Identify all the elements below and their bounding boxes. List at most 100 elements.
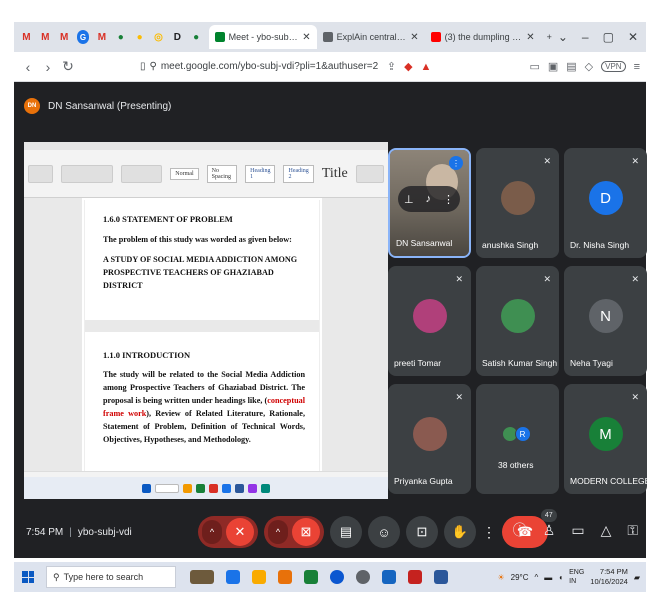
more-options-icon[interactable]: ⋮ <box>443 193 454 206</box>
participant-tile[interactable]: ✕ N Neha Tyagi <box>564 266 647 376</box>
more-options-icon[interactable]: ⋮ <box>482 516 496 548</box>
site-info-icon[interactable]: ⚲ <box>150 61 157 72</box>
taskbar-clock[interactable]: 7:54 PM 10/16/2024 <box>590 567 628 587</box>
host-controls-icon[interactable]: ⚿ <box>627 522 638 539</box>
notification-icon[interactable]: ▰ <box>634 573 640 582</box>
new-tab-button[interactable]: + <box>541 25 558 49</box>
others-tile[interactable]: R 38 others <box>476 384 559 494</box>
brave-icon[interactable] <box>278 570 292 584</box>
mic-off-icon[interactable]: ✕ <box>226 518 254 546</box>
participant-name: Dr. Nisha Singh <box>570 240 630 250</box>
google-icon[interactable]: G <box>76 30 90 44</box>
tab-youtube[interactable]: (3) the dumpling queen revenge ✕ <box>425 25 541 49</box>
browser-toolbar-right: ⇪ ◆ ▲ ▭ ▣ ▤ ◇ VPN ≡ <box>387 60 640 74</box>
rewards-icon[interactable]: ▲ <box>421 61 432 73</box>
tray-overflow-icon[interactable]: ^ <box>535 573 539 582</box>
task-view-icon[interactable] <box>226 570 240 584</box>
brave-shield-icon[interactable]: ◆ <box>404 60 412 73</box>
drive-icon[interactable]: ◎ <box>152 30 165 44</box>
pin-icon[interactable]: ⊥ <box>404 193 414 206</box>
menu-icon[interactable]: ≡ <box>634 61 640 73</box>
gmail-icon[interactable]: M <box>20 30 33 44</box>
chevron-up-icon[interactable]: ^ <box>268 520 288 544</box>
chrome-tab-icon[interactable]: ● <box>133 30 146 44</box>
mic-icon[interactable]: ♪ <box>426 193 432 205</box>
bookmark-icon[interactable]: ▯ <box>140 61 146 72</box>
tab-explain[interactable]: ExplAin central Tendencies ✕ <box>317 25 425 49</box>
emoji-button[interactable]: ☺ <box>368 516 400 548</box>
tab-title: Meet - ybo-subj-vdi <box>228 32 299 42</box>
search-icon: ⚲ <box>53 571 60 582</box>
gmail-icon[interactable]: M <box>39 30 52 44</box>
meet-control-bar: 7:54 PM | ybo-subj-vdi ^ ✕ ^ ⊠ ▤ ☺ ⊡ ✋ ⋮… <box>14 508 646 554</box>
document-page: 1.6.0 STATEMENT OF PROBLEM The problem o… <box>84 200 320 478</box>
people-count-badge: 47 <box>540 508 557 522</box>
chrome-tab-icon[interactable]: ● <box>114 30 127 44</box>
gmail-icon[interactable]: M <box>95 30 108 44</box>
address-bar: ‹ › ↻ ▯ ⚲ meet.google.com/ybo-subj-vdi?p… <box>14 52 646 82</box>
intro-paragraph: The study will be related to the Social … <box>103 368 305 446</box>
document-icon[interactable]: D <box>171 30 184 44</box>
widget-icon[interactable] <box>190 570 214 584</box>
chevron-down-icon[interactable]: ⌄ <box>558 30 568 44</box>
taskbar-search[interactable]: ⚲ Type here to search <box>46 566 176 588</box>
chrome-tab-icon[interactable]: ● <box>190 30 203 44</box>
file-explorer-icon[interactable] <box>252 570 266 584</box>
sidebar-icon[interactable]: ▭ <box>529 60 539 73</box>
extensions-icon[interactable]: ▣ <box>548 60 558 73</box>
language-indicator[interactable]: ENG IN <box>569 568 584 586</box>
close-icon[interactable]: ✕ <box>302 32 310 43</box>
captions-button[interactable]: ▤ <box>330 516 362 548</box>
network-icon[interactable]: ▬ <box>544 573 552 582</box>
participant-tile[interactable]: ✕ D Dr. Nisha Singh <box>564 148 647 258</box>
word-ribbon: Normal No Spacing Heading 1 Heading 2 Ti… <box>24 142 388 198</box>
people-button[interactable]: 47 ♙ <box>540 508 557 539</box>
participant-name: DN Sansanwal <box>396 238 453 248</box>
edge-icon[interactable] <box>330 570 344 584</box>
chat-icon[interactable]: ▭ <box>571 522 584 539</box>
shield-icon[interactable]: ◇ <box>585 60 593 73</box>
share-icon[interactable]: ⇪ <box>387 60 396 73</box>
call-controls: ^ ✕ ^ ⊠ ▤ ☺ ⊡ ✋ ⋮ ☎ <box>198 516 548 548</box>
tab-title: ExplAin central Tendencies <box>336 32 407 42</box>
participant-tile[interactable]: ✕ M MODERN COLLEGE <box>564 384 647 494</box>
info-icon[interactable]: ⓘ <box>513 520 527 540</box>
tab-meet[interactable]: Meet - ybo-subj-vdi ✕ <box>208 25 317 49</box>
participant-tile[interactable]: ✕ preeti Tomar <box>388 266 471 376</box>
camera-off-icon[interactable]: ⊠ <box>292 518 320 546</box>
taskbar-apps <box>190 570 448 584</box>
avatar <box>500 181 535 215</box>
participant-tile[interactable]: ✕ anushka Singh <box>476 148 559 258</box>
word-icon[interactable] <box>434 570 448 584</box>
app-icon[interactable] <box>408 570 422 584</box>
chrome-icon[interactable] <box>356 570 370 584</box>
minimize-icon[interactable]: – <box>582 30 589 44</box>
close-icon[interactable]: ✕ <box>526 32 534 43</box>
participant-tile[interactable]: ⋮ ⊥ ♪ ⋮ DN Sansanwal <box>388 148 471 258</box>
windows-start-icon[interactable] <box>22 571 34 583</box>
doc-margin-right <box>322 198 388 480</box>
participant-tile[interactable]: ✕ Satish Kumar Singh <box>476 266 559 376</box>
vpn-button[interactable]: VPN <box>601 61 626 72</box>
avatar: N <box>588 299 623 333</box>
activities-icon[interactable]: △ <box>601 522 612 539</box>
meeting-info: 7:54 PM | ybo-subj-vdi <box>26 527 132 538</box>
app-icon[interactable] <box>304 570 318 584</box>
volume-icon[interactable]: ◖ <box>558 573 563 582</box>
participant-tile[interactable]: ✕ Priyanka Gupta <box>388 384 471 494</box>
present-button[interactable]: ⊡ <box>406 516 438 548</box>
wallet-icon[interactable]: ▤ <box>566 60 576 73</box>
close-icon[interactable]: ✕ <box>410 32 418 43</box>
raise-hand-button[interactable]: ✋ <box>444 516 476 548</box>
forward-icon[interactable]: › <box>40 59 56 75</box>
reload-icon[interactable]: ↻ <box>60 58 76 75</box>
gmail-icon[interactable]: M <box>58 30 71 44</box>
url-field[interactable]: ▯ ⚲ meet.google.com/ybo-subj-vdi?pli=1&a… <box>140 61 378 72</box>
maximize-icon[interactable]: ▢ <box>603 30 614 44</box>
chevron-up-icon[interactable]: ^ <box>202 520 222 544</box>
app-icon[interactable] <box>382 570 396 584</box>
meeting-code: ybo-subj-vdi <box>77 526 132 538</box>
back-icon[interactable]: ‹ <box>20 59 36 75</box>
close-icon[interactable]: ✕ <box>628 30 638 44</box>
weather-temp[interactable]: 29°C <box>511 573 529 582</box>
